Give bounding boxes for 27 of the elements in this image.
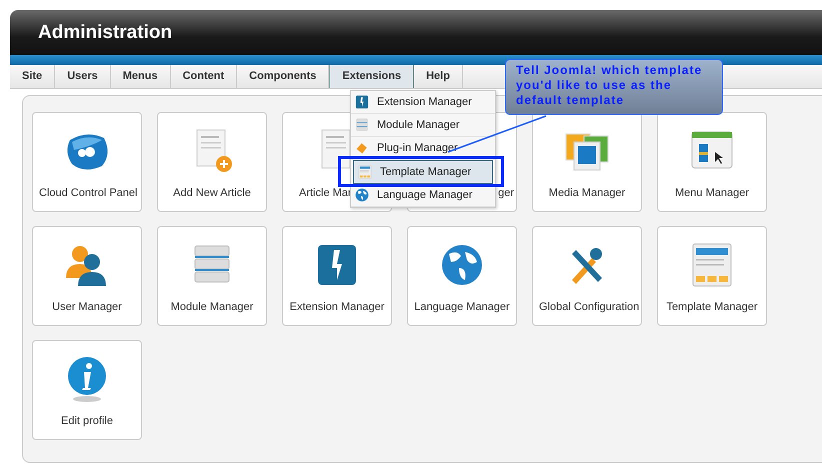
shortcut-tile[interactable]: Menu Manager [657, 112, 767, 212]
shortcut-tile[interactable]: Global Configuration [532, 226, 642, 326]
shortcut-tile[interactable]: Cloud Control Panel [32, 112, 142, 212]
menu-tab[interactable]: Menus [110, 65, 171, 88]
layout-icon [357, 164, 373, 180]
site-title: Administration [38, 22, 172, 44]
shortcut-tile[interactable]: Add New Article [157, 112, 267, 212]
menu-tab[interactable]: Help [414, 65, 463, 88]
callout-tooltip: Tell Joomla! which template you'd like to use as the default template [505, 59, 723, 115]
shortcut-tile[interactable]: Media Manager [532, 112, 642, 212]
shortcut-tile[interactable]: Module Manager [157, 226, 267, 326]
menu-item[interactable]: Language Manager [351, 184, 495, 207]
lightning-icon [354, 94, 370, 110]
menu-tab[interactable]: Extensions [329, 65, 414, 88]
menu-tab[interactable]: Users [55, 65, 111, 88]
menu-item[interactable]: Extension Manager [351, 91, 495, 114]
shortcut-tile[interactable]: Extension Manager [282, 226, 392, 326]
stacked-bars-icon [354, 117, 370, 133]
shortcut-tile[interactable]: Language Manager [407, 226, 517, 326]
menu-tab[interactable]: Content [170, 65, 238, 88]
globe-icon [354, 187, 370, 203]
menu-tab[interactable]: Site [10, 65, 56, 88]
menu-item[interactable]: Template Manager [353, 160, 493, 184]
shortcut-tile[interactable]: Template Manager [657, 226, 767, 326]
menu-item[interactable]: Module Manager [351, 114, 495, 137]
shortcut-tile[interactable]: User Manager [32, 226, 142, 326]
shortcut-tile[interactable]: Edit profile [32, 340, 142, 440]
